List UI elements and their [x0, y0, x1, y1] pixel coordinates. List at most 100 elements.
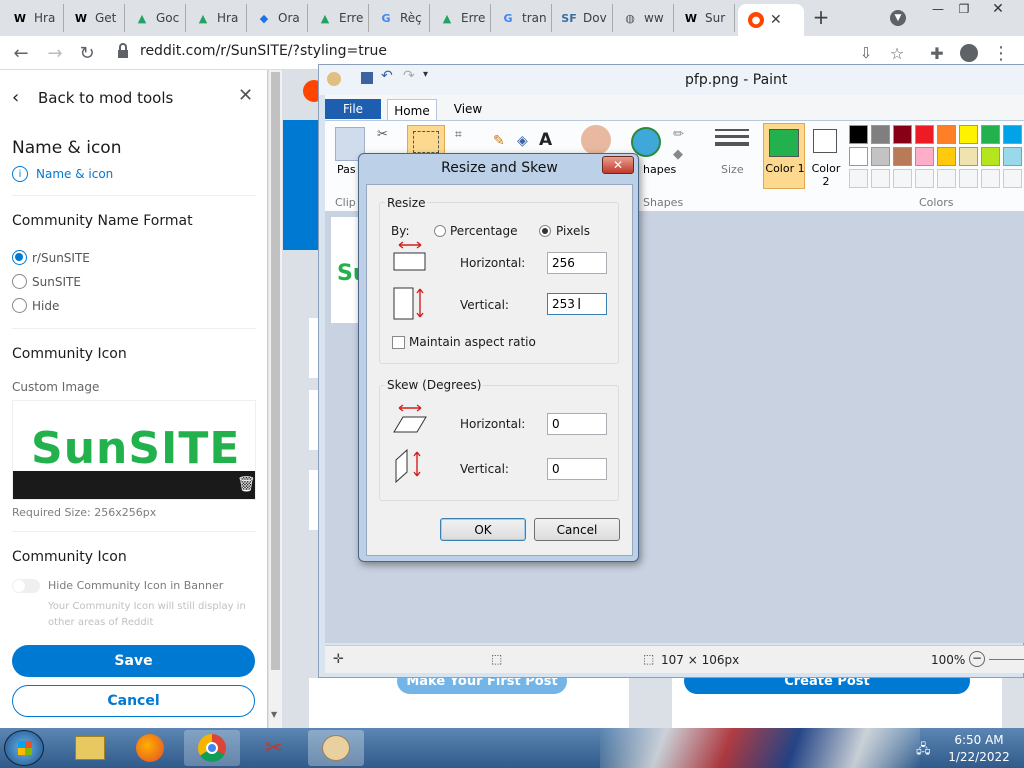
clock-date[interactable]: 1/22/2022: [944, 750, 1014, 764]
percentage-radio[interactable]: [434, 225, 446, 237]
palette-swatch[interactable]: [981, 147, 1000, 166]
save-button[interactable]: Save: [12, 645, 255, 677]
browser-tab[interactable]: ▲ Goc: [126, 4, 186, 32]
browser-tab[interactable]: ◍ ww: [614, 4, 674, 32]
firefox-icon[interactable]: [122, 730, 178, 766]
close-tab-icon[interactable]: ✕: [770, 12, 782, 28]
palette-custom-swatch[interactable]: [915, 169, 934, 188]
palette-custom-swatch[interactable]: [871, 169, 890, 188]
undo-icon[interactable]: ↶: [381, 68, 393, 84]
palette-custom-swatch[interactable]: [937, 169, 956, 188]
palette-swatch[interactable]: [871, 125, 890, 144]
back-arrow-icon[interactable]: ←: [10, 42, 32, 64]
browser-tab[interactable]: ▲ Erre: [431, 4, 491, 32]
bookmark-star-icon[interactable]: ☆: [886, 42, 908, 64]
palette-swatch[interactable]: [915, 147, 934, 166]
cancel-button[interactable]: Cancel: [12, 685, 255, 717]
browser-tab[interactable]: SF Dov: [553, 4, 613, 32]
minimize-window-icon[interactable]: —: [928, 2, 948, 18]
pencil-icon[interactable]: ✎: [493, 133, 505, 149]
tab-reddit-active[interactable]: ● ✕: [738, 4, 804, 36]
palette-swatch[interactable]: [849, 147, 868, 166]
skew-horizontal-input[interactable]: 0: [547, 413, 607, 435]
install-app-icon[interactable]: ⇩: [855, 42, 877, 64]
palette-swatch[interactable]: [959, 125, 978, 144]
palette-custom-swatch[interactable]: [893, 169, 912, 188]
fill-icon[interactable]: ◆: [673, 147, 683, 162]
palette-swatch[interactable]: [1003, 125, 1022, 144]
browser-tab[interactable]: W Hra: [4, 4, 64, 32]
panel-scrollbar[interactable]: ▼: [269, 70, 282, 728]
palette-swatch[interactable]: [1003, 147, 1022, 166]
color2-swatch[interactable]: [813, 129, 837, 153]
browser-tab[interactable]: W Sur: [675, 4, 735, 32]
hide-icon-toggle[interactable]: [12, 579, 40, 593]
shapes-icon[interactable]: [631, 127, 661, 157]
crop-icon[interactable]: ⌗: [455, 127, 462, 142]
palette-swatch[interactable]: [871, 147, 890, 166]
palette-custom-swatch[interactable]: [1003, 169, 1022, 188]
palette-swatch[interactable]: [915, 125, 934, 144]
palette-swatch[interactable]: [849, 125, 868, 144]
back-to-mod-tools-link[interactable]: Back to mod tools: [38, 89, 173, 107]
text-tool-icon[interactable]: A: [539, 130, 552, 150]
palette-custom-swatch[interactable]: [959, 169, 978, 188]
ok-button[interactable]: OK: [440, 518, 526, 541]
color1-button[interactable]: [763, 123, 805, 189]
brushes-icon[interactable]: [581, 125, 611, 155]
forward-arrow-icon[interactable]: →: [44, 42, 66, 64]
clock-time[interactable]: 6:50 AM: [944, 733, 1014, 747]
outline-icon[interactable]: ✏: [673, 127, 684, 142]
palette-custom-swatch[interactable]: [849, 169, 868, 188]
palette-custom-swatch[interactable]: [981, 169, 1000, 188]
browser-tab[interactable]: ▲ Hra: [187, 4, 247, 32]
palette-swatch[interactable]: [981, 125, 1000, 144]
paint-title-bar[interactable]: ↶ ↷ ▾ pfp.png - Paint: [319, 65, 1024, 95]
browser-menu-icon[interactable]: ⋮: [990, 42, 1012, 64]
cut-icon[interactable]: ✂: [377, 127, 388, 142]
zoom-out-button[interactable]: −: [969, 651, 985, 667]
palette-swatch[interactable]: [937, 125, 956, 144]
close-panel-icon[interactable]: ✕: [238, 85, 253, 106]
trash-icon[interactable]: 🗑: [237, 475, 255, 493]
back-chevron-icon[interactable]: ‹: [12, 87, 19, 108]
reload-icon[interactable]: ↻: [76, 42, 98, 64]
maintain-aspect-checkbox[interactable]: [392, 336, 405, 349]
resize-horizontal-input[interactable]: 256: [547, 252, 607, 274]
quick-access-dropdown-icon[interactable]: ▾: [423, 69, 428, 80]
browser-tab[interactable]: G Rèç: [370, 4, 430, 32]
browser-tab[interactable]: W Get: [65, 4, 125, 32]
palette-swatch[interactable]: [937, 147, 956, 166]
new-tab-button[interactable]: +: [810, 5, 832, 29]
redo-icon[interactable]: ↷: [403, 68, 415, 84]
dialog-close-button[interactable]: ✕: [602, 156, 634, 174]
lock-icon[interactable]: [117, 43, 129, 63]
chrome-icon[interactable]: [184, 730, 240, 766]
radio-hide[interactable]: [12, 298, 27, 313]
address-bar[interactable]: reddit.com/r/SunSITE/?styling=true: [140, 43, 387, 59]
pixels-radio[interactable]: [539, 225, 551, 237]
palette-swatch[interactable]: [893, 147, 912, 166]
radio-r-sunsite[interactable]: [12, 250, 27, 265]
tab-search-icon[interactable]: ▼: [890, 10, 906, 26]
home-tab[interactable]: Home: [387, 99, 437, 121]
file-explorer-icon[interactable]: [62, 730, 118, 766]
fill-bucket-icon[interactable]: ◈: [517, 133, 528, 149]
paint-taskbar-icon[interactable]: [308, 730, 364, 766]
browser-tab[interactable]: ◆ Ora: [248, 4, 308, 32]
icon-preview[interactable]: SunSITE 🗑: [12, 400, 256, 500]
radio-sunsite[interactable]: [12, 274, 27, 289]
profile-avatar-icon[interactable]: [958, 42, 980, 64]
dialog-cancel-button[interactable]: Cancel: [534, 518, 620, 541]
snipping-tool-icon[interactable]: ✂: [246, 730, 302, 766]
zoom-slider[interactable]: [989, 659, 1024, 660]
skew-vertical-input[interactable]: 0: [547, 458, 607, 480]
size-icon[interactable]: [715, 129, 749, 146]
network-icon[interactable]: 🖧: [916, 740, 931, 762]
start-button[interactable]: [4, 730, 44, 766]
palette-swatch[interactable]: [959, 147, 978, 166]
restore-window-icon[interactable]: ❐: [954, 2, 974, 18]
browser-tab[interactable]: Gtran: [492, 4, 552, 32]
file-tab[interactable]: File: [325, 99, 381, 119]
extensions-icon[interactable]: ✚: [926, 42, 948, 64]
